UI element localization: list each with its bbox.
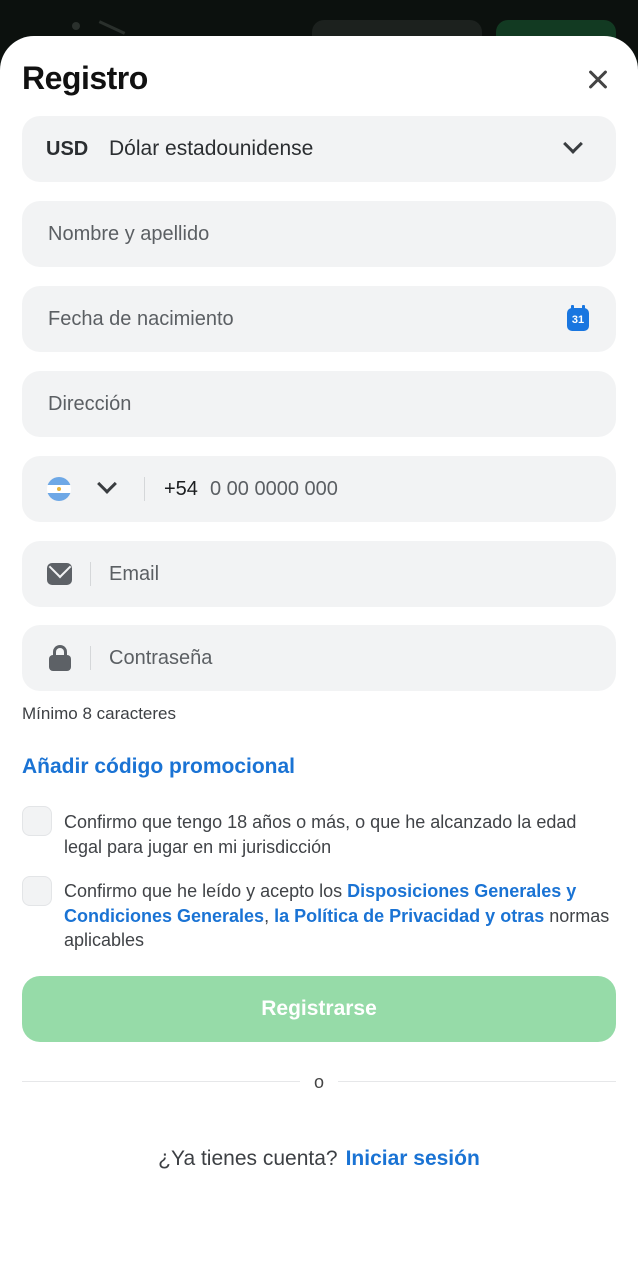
mail-icon xyxy=(47,563,72,585)
login-prompt: ¿Ya tienes cuenta? xyxy=(158,1147,338,1170)
background-dot xyxy=(72,22,80,30)
privacy-policy-link[interactable]: la Política de Privacidad y otras xyxy=(274,906,544,926)
address-placeholder: Dirección xyxy=(48,393,132,415)
close-icon[interactable] xyxy=(584,66,612,94)
register-button[interactable]: Registrarse xyxy=(22,976,616,1042)
login-prompt-row: ¿Ya tienes cuenta? Iniciar sesión xyxy=(0,1147,638,1171)
argentina-flag-icon[interactable] xyxy=(47,477,71,501)
divider xyxy=(90,646,91,670)
phone-field[interactable]: +54 0 00 0000 000 xyxy=(22,456,616,522)
divider-or-label: o xyxy=(313,1072,324,1092)
age-confirm-checkbox[interactable] xyxy=(22,806,52,836)
email-placeholder: Email xyxy=(109,563,160,585)
divider xyxy=(90,562,91,586)
password-hint: Mínimo 8 caracteres xyxy=(22,704,176,723)
divider xyxy=(144,477,145,501)
background-mark xyxy=(98,20,126,35)
divider-line-left xyxy=(22,1081,300,1082)
lock-icon xyxy=(49,645,71,671)
password-field[interactable]: Contraseña xyxy=(22,625,616,691)
address-field[interactable]: Dirección xyxy=(22,371,616,437)
divider-line-right xyxy=(338,1081,616,1082)
registration-sheet: Registro USD Dólar estadounidense Nombre… xyxy=(0,36,638,1280)
full-name-field[interactable]: Nombre y apellido xyxy=(22,201,616,267)
terms-confirm-text: Confirmo que he leído y acepto los Dispo… xyxy=(64,881,610,950)
currency-name: Dólar estadounidense xyxy=(109,137,314,160)
chevron-down-icon xyxy=(563,134,583,154)
password-placeholder: Contraseña xyxy=(109,647,213,669)
currency-code: USD xyxy=(46,138,89,160)
currency-select[interactable]: USD Dólar estadounidense xyxy=(22,116,616,182)
birthdate-field[interactable]: Fecha de nacimiento 31 xyxy=(22,286,616,352)
email-field[interactable]: Email xyxy=(22,541,616,607)
add-promo-code-link[interactable]: Añadir código promocional xyxy=(22,755,295,779)
phone-prefix: +54 xyxy=(164,478,198,500)
birthdate-placeholder: Fecha de nacimiento xyxy=(48,308,234,330)
page-title: Registro xyxy=(22,60,148,96)
phone-placeholder: 0 00 0000 000 xyxy=(210,478,338,500)
terms-confirm-checkbox[interactable] xyxy=(22,876,52,906)
chevron-down-icon[interactable] xyxy=(97,474,117,494)
login-link[interactable]: Iniciar sesión xyxy=(346,1147,480,1170)
full-name-placeholder: Nombre y apellido xyxy=(48,223,210,245)
age-confirm-text: Confirmo que tengo 18 años o más, o que … xyxy=(64,812,577,857)
calendar-icon[interactable]: 31 xyxy=(567,305,589,331)
